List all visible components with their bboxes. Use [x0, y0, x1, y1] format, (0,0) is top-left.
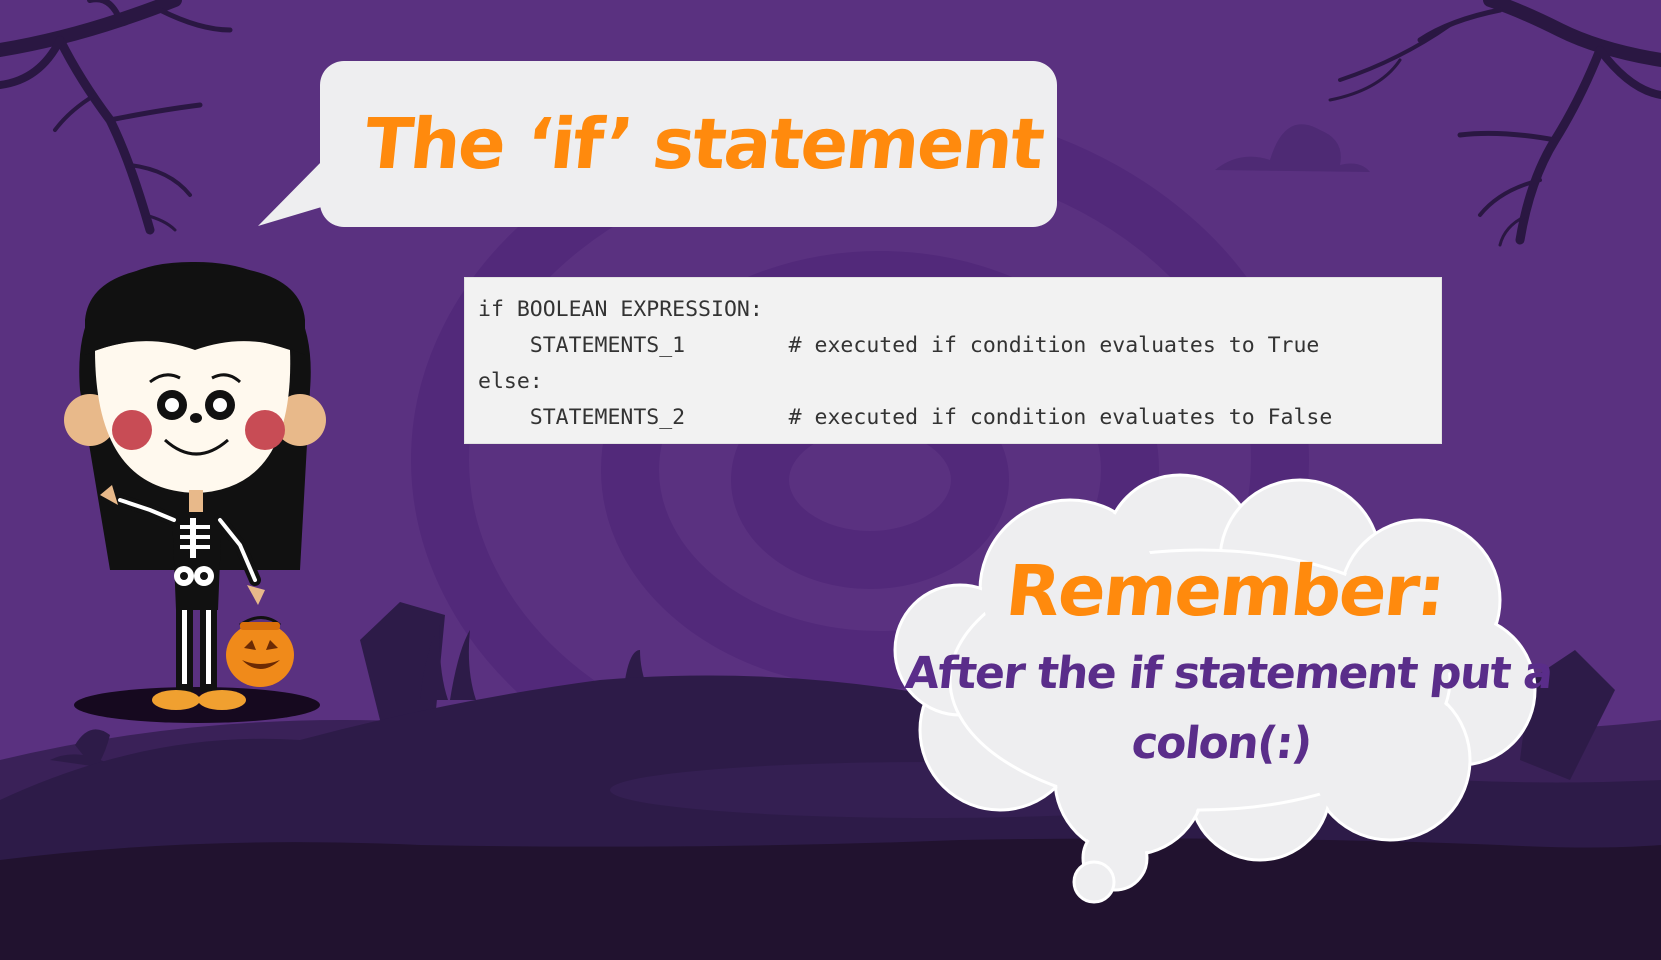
- remember-heading: Remember:: [1002, 550, 1448, 632]
- jack-o-lantern-bucket-icon: [226, 616, 294, 687]
- code-line-2: STATEMENTS_1 # executed if condition eva…: [478, 333, 1320, 358]
- code-block: if BOOLEAN EXPRESSION: STATEMENTS_1 # ex…: [464, 277, 1442, 444]
- code-line-1: if BOOLEAN EXPRESSION:: [478, 297, 763, 322]
- slide-title: The ‘if’ statement: [360, 103, 1047, 185]
- remember-note: Remember: After the if statement put a c…: [900, 545, 1555, 779]
- foreground-ground: [0, 838, 1661, 960]
- remember-text: After the if statement put a colon(:): [902, 648, 1555, 769]
- slide: The ‘if’ statement if BOOLEAN EXPRESSION…: [0, 0, 1661, 960]
- code-line-3: else:: [478, 369, 543, 394]
- title-bubble: The ‘if’ statement: [320, 61, 1057, 227]
- cloud-icon: [1215, 124, 1370, 172]
- code-line-4: STATEMENTS_2 # executed if condition eva…: [478, 405, 1333, 430]
- bare-tree-icon: [1328, 0, 1661, 247]
- bare-tree-icon: [0, 0, 233, 235]
